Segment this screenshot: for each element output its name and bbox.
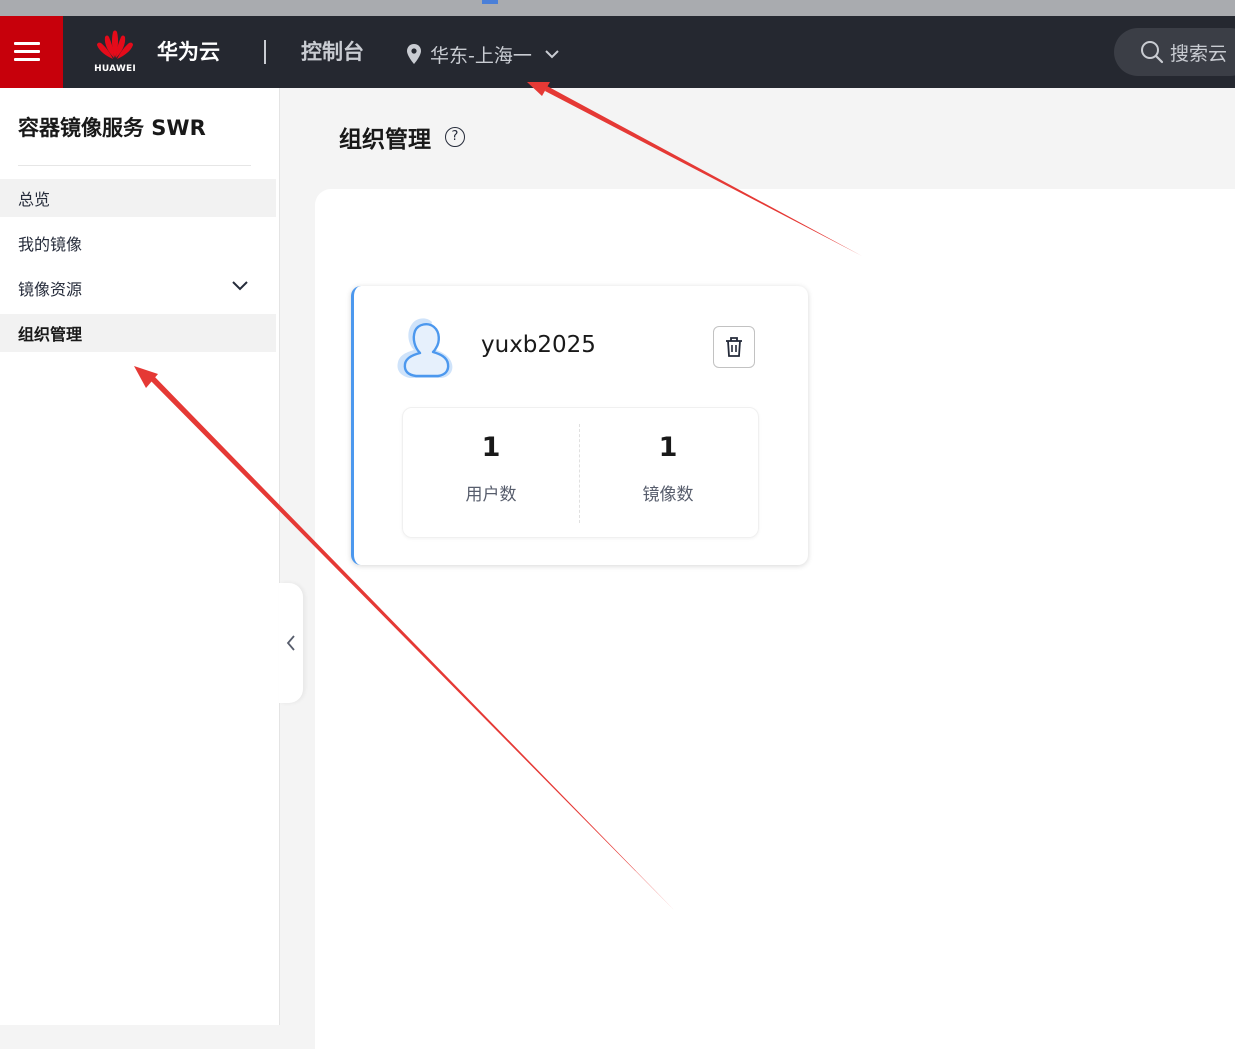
sidebar-collapse-button[interactable]: [279, 583, 303, 703]
top-navigation-bar: HUAWEI 华为云 控制台 华东-上海一 搜索云: [0, 16, 1235, 88]
sidebar-item-image-resources[interactable]: 镜像资源: [0, 269, 276, 307]
console-link[interactable]: 控制台: [301, 36, 364, 66]
logo-text: HUAWEI: [94, 64, 136, 74]
chevron-down-icon: [545, 50, 559, 59]
chevron-left-icon: [286, 635, 295, 651]
search-icon: [1141, 41, 1164, 64]
sidebar-divider: [18, 165, 251, 166]
user-avatar-icon: [397, 318, 453, 378]
organization-name[interactable]: yuxb2025: [481, 332, 596, 358]
help-icon[interactable]: ?: [445, 127, 465, 147]
sidebar: 容器镜像服务 SWR 总览 我的镜像 镜像资源 组织管理: [0, 88, 280, 1025]
browser-chrome-strip: [0, 0, 1235, 16]
brand-name[interactable]: 华为云: [157, 36, 220, 66]
region-selector[interactable]: 华东-上海一: [406, 40, 560, 68]
page-title: 组织管理: [339, 127, 431, 153]
region-label: 华东-上海一: [430, 44, 532, 67]
page-header: 组织管理 ?: [339, 120, 465, 154]
organization-card[interactable]: yuxb2025 1 用户数 1 镜像数: [351, 286, 808, 565]
delete-button[interactable]: [713, 326, 755, 368]
location-pin-icon: [407, 44, 421, 64]
sidebar-item-my-images[interactable]: 我的镜像: [0, 224, 276, 262]
search-input[interactable]: 搜索云: [1114, 28, 1235, 76]
sidebar-item-label: 我的镜像: [18, 235, 83, 254]
sidebar-item-label: 总览: [18, 190, 51, 209]
search-placeholder: 搜索云: [1170, 42, 1228, 65]
browser-tab-indicator: [482, 0, 498, 4]
sidebar-item-label: 镜像资源: [18, 280, 83, 299]
organization-stats: 1 用户数 1 镜像数: [402, 407, 759, 538]
service-title: 容器镜像服务 SWR: [18, 116, 206, 140]
chevron-down-icon[interactable]: [232, 281, 248, 291]
huawei-logo[interactable]: HUAWEI: [88, 28, 142, 78]
users-stat: 1 用户数: [403, 408, 579, 539]
sidebar-item-org-management[interactable]: 组织管理: [0, 314, 276, 352]
images-count: 1: [658, 432, 678, 463]
sidebar-item-overview[interactable]: 总览: [0, 179, 276, 217]
sidebar-item-label: 组织管理: [18, 325, 83, 344]
header-divider: [264, 40, 266, 64]
images-stat: 1 镜像数: [580, 408, 756, 539]
images-label: 镜像数: [642, 485, 694, 505]
trash-icon: [726, 337, 742, 357]
users-label: 用户数: [465, 485, 517, 505]
menu-icon[interactable]: [0, 16, 63, 88]
users-count: 1: [481, 432, 501, 463]
